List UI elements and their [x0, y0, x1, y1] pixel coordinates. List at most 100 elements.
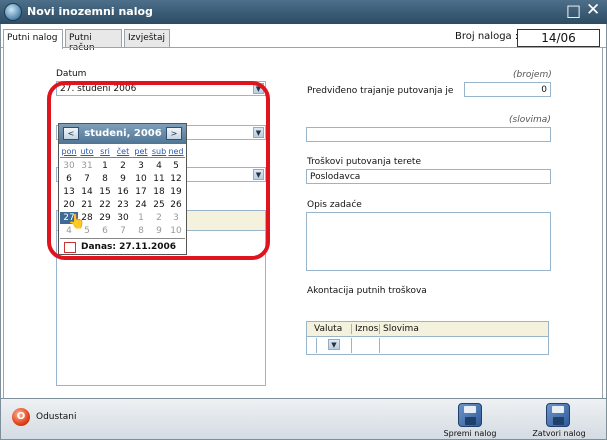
save-icon[interactable]: [458, 403, 482, 427]
calendar-day[interactable]: 24: [132, 199, 150, 211]
calendar-day[interactable]: 2: [114, 160, 132, 172]
mouse-pointer-icon: 👆: [68, 214, 86, 230]
calendar-day[interactable]: 11: [150, 173, 168, 185]
calendar-day[interactable]: 25: [150, 199, 168, 211]
calendar-day[interactable]: 16: [114, 186, 132, 198]
maximize-icon[interactable]: □: [566, 3, 581, 19]
calendar-day[interactable]: 26: [167, 199, 185, 211]
tab-putni-racun[interactable]: Putni račun: [65, 29, 122, 53]
close-icon[interactable]: ✕: [586, 2, 600, 19]
chevron-down-icon[interactable]: ▼: [253, 169, 264, 180]
footer-bar: O Odustani Spremi nalog Zatvori nalog: [0, 398, 607, 440]
calendar-day[interactable]: 20: [60, 199, 78, 211]
weekday-label: pet: [134, 147, 148, 156]
cancel-icon[interactable]: O: [12, 408, 30, 426]
calendar-day[interactable]: 17: [132, 186, 150, 198]
weekday-row: pon uto sri čet pet sub ned: [60, 147, 185, 158]
calendar-day[interactable]: 9: [114, 173, 132, 185]
datum-value: 27. studeni 2006: [60, 84, 137, 94]
tab-izvjestaj[interactable]: Izvještaj: [124, 29, 170, 47]
calendar-popup: < studeni, 2006 > pon uto sri čet pet su…: [58, 123, 187, 255]
close-save-icon[interactable]: [546, 403, 570, 427]
akontacija-header: Valuta Iznos Slovima: [307, 322, 548, 337]
window-title: Novi inozemni nalog: [27, 5, 153, 18]
column-header-valuta: Valuta: [314, 324, 343, 334]
calendar-day[interactable]: 6: [60, 173, 78, 185]
trajanje-hint: (brojem): [513, 70, 552, 80]
column-divider: [351, 338, 352, 353]
calendar-month: studeni, 2006: [84, 128, 162, 139]
calendar-day[interactable]: 22: [96, 199, 114, 211]
calendar-day[interactable]: 18: [150, 186, 168, 198]
title-bar: Novi inozemni nalog □ ✕: [0, 0, 607, 24]
table-row[interactable]: ▼: [307, 338, 548, 353]
opis-textarea[interactable]: [306, 212, 551, 271]
weekday-label: pon: [61, 147, 77, 156]
calendar-day[interactable]: 10: [132, 173, 150, 185]
calendar-day[interactable]: 13: [60, 186, 78, 198]
odustani-button[interactable]: Odustani: [36, 412, 76, 422]
calendar-day[interactable]: 3: [132, 160, 150, 172]
calendar-day[interactable]: 9: [150, 225, 168, 237]
column-header-slovima: Slovima: [379, 324, 419, 334]
app-icon: [4, 3, 22, 21]
weekday-label: sri: [100, 147, 110, 156]
calendar-day[interactable]: 6: [96, 225, 114, 237]
weekday-label: uto: [80, 147, 94, 156]
calendar-day[interactable]: 12: [167, 173, 185, 185]
weekday-label: ned: [168, 147, 184, 156]
right-border: [602, 48, 604, 398]
today-marker-icon: [64, 242, 76, 253]
troskovi-label: Troškovi putovanja terete: [307, 157, 422, 167]
broj-naloga-value: 14/06: [517, 29, 600, 47]
opis-label: Opis zadaće: [307, 200, 362, 210]
weekday-label: čet: [116, 147, 130, 156]
calendar-day[interactable]: 23: [114, 199, 132, 211]
slovima-input[interactable]: [306, 127, 551, 142]
trajanje-label: Predviđeno trajanje putovanja je: [307, 86, 454, 96]
tab-divider: [1, 47, 606, 48]
chevron-down-icon[interactable]: ▼: [328, 339, 340, 350]
datum-field[interactable]: 27. studeni 2006 ▼: [56, 81, 266, 96]
datum-label: Datum: [56, 69, 87, 79]
calendar-day[interactable]: 5: [167, 160, 185, 172]
spremi-nalog-button[interactable]: Spremi nalog: [438, 429, 502, 438]
calendar-day[interactable]: 29: [96, 212, 114, 224]
troskovi-input[interactable]: Poslodavca: [306, 169, 551, 184]
trajanje-input[interactable]: 0: [464, 82, 551, 97]
zatvori-nalog-button[interactable]: Zatvori nalog: [527, 429, 591, 438]
form-window: Putni nalog Putni račun Izvještaj Broj n…: [0, 24, 607, 398]
tab-putni-nalog[interactable]: Putni nalog: [3, 29, 63, 49]
left-border: [3, 48, 5, 398]
calendar-day[interactable]: 3: [167, 212, 185, 224]
row-selector: [307, 338, 317, 353]
calendar-day[interactable]: 15: [96, 186, 114, 198]
prev-month-button[interactable]: <: [63, 127, 79, 140]
calendar-day[interactable]: 30: [114, 212, 132, 224]
calendar-day[interactable]: 1: [96, 160, 114, 172]
calendar-day[interactable]: 2: [150, 212, 168, 224]
weekday-label: sub: [151, 147, 167, 156]
chevron-down-icon[interactable]: ▼: [253, 127, 264, 138]
calendar-day[interactable]: 21: [78, 199, 96, 211]
akontacija-table: Valuta Iznos Slovima ▼: [306, 321, 549, 355]
chevron-down-icon[interactable]: ▼: [253, 83, 264, 94]
calendar-day[interactable]: 14: [78, 186, 96, 198]
akontacija-label: Akontacija putnih troškova: [307, 286, 427, 296]
column-divider: [379, 338, 380, 353]
calendar-day[interactable]: 1: [132, 212, 150, 224]
calendar-day[interactable]: 19: [167, 186, 185, 198]
calendar-day[interactable]: 8: [132, 225, 150, 237]
today-label: Danas: 27.11.2006: [81, 242, 177, 252]
calendar-day[interactable]: 10: [167, 225, 185, 237]
calendar-day[interactable]: 7: [114, 225, 132, 237]
calendar-day[interactable]: 31: [78, 160, 96, 172]
calendar-day[interactable]: 7: [78, 173, 96, 185]
calendar-day[interactable]: 8: [96, 173, 114, 185]
calendar-day[interactable]: 30: [60, 160, 78, 172]
next-month-button[interactable]: >: [166, 127, 182, 140]
slovima-hint: (slovima): [509, 115, 551, 125]
broj-naloga-label: Broj naloga :: [455, 31, 519, 42]
calendar-day[interactable]: 4: [150, 160, 168, 172]
today-bar[interactable]: Danas: 27.11.2006: [60, 238, 185, 254]
